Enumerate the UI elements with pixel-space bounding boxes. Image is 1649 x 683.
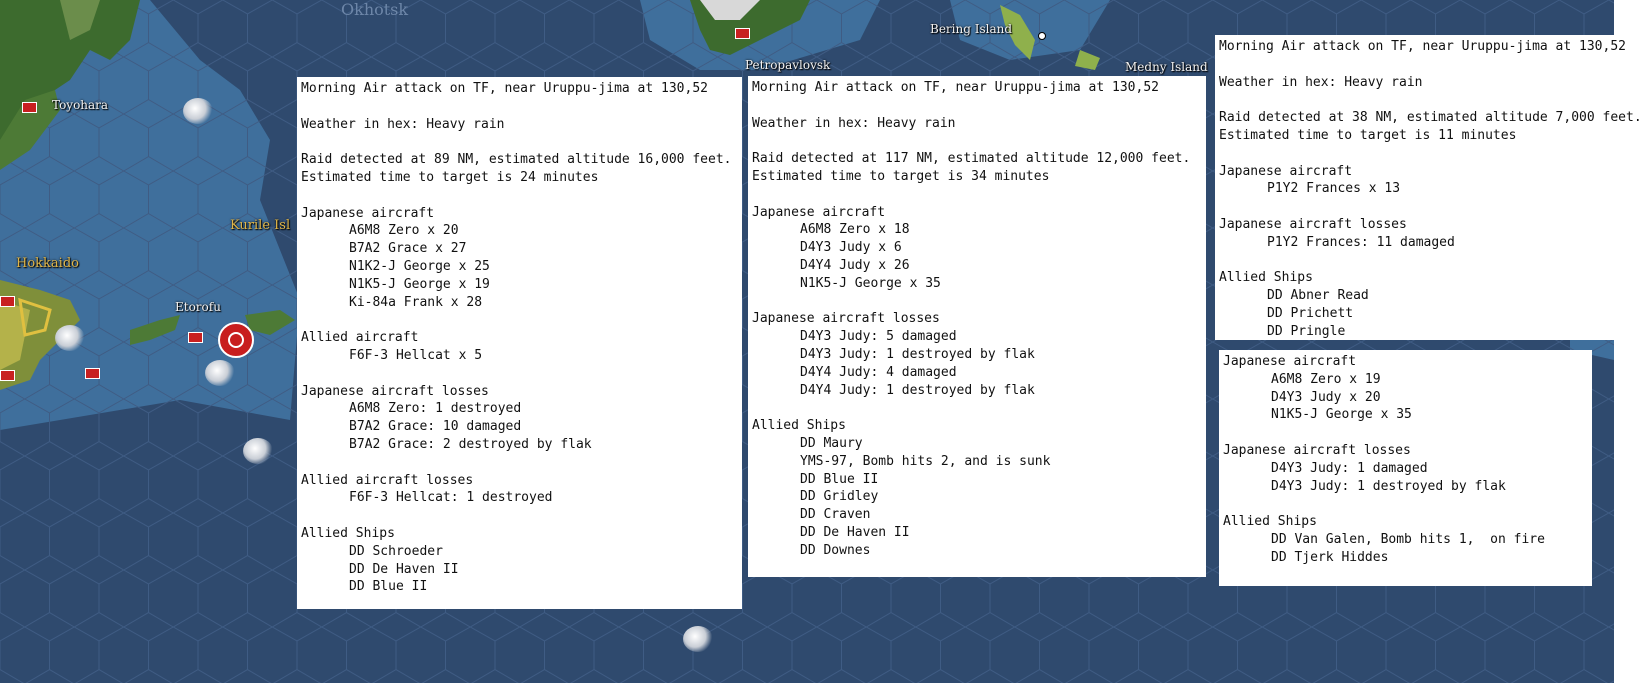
combat-report-2: Morning Air attack on TF, near Uruppu-ji… bbox=[748, 76, 1206, 577]
list-item: DD Prichett bbox=[1267, 305, 1354, 321]
weather-cloud-icon bbox=[183, 98, 213, 124]
list-item: B7A2 Grace: 10 damaged bbox=[349, 419, 522, 435]
list-item: DD Blue II bbox=[800, 471, 879, 487]
map-label-etorofu[interactable]: Etorofu bbox=[175, 300, 221, 314]
section-header: Japanese aircraft bbox=[1223, 354, 1357, 369]
list-item: D4Y3 Judy x 6 bbox=[800, 240, 902, 256]
base-flag-icon[interactable] bbox=[735, 28, 750, 39]
map-label-kurile: Kurile Isl bbox=[230, 218, 291, 233]
weather-cloud-icon bbox=[683, 626, 713, 652]
weather-cloud-icon bbox=[205, 360, 235, 386]
section-header: Allied Ships bbox=[1223, 514, 1317, 530]
list-item: P1Y2 Frances x 13 bbox=[1267, 181, 1401, 197]
base-flag-icon[interactable] bbox=[0, 370, 15, 381]
map-label-medny-island: Medny Island bbox=[1125, 60, 1208, 74]
report-raid-detected: Raid detected at 38 NM, estimated altitu… bbox=[1219, 110, 1642, 126]
section-header: Japanese aircraft bbox=[752, 204, 886, 220]
section-header: Japanese aircraft losses bbox=[1219, 216, 1407, 232]
report-weather: Weather in hex: Heavy rain bbox=[301, 116, 505, 132]
section-header: Japanese aircraft bbox=[1219, 163, 1353, 179]
map-label-hokkaido: Hokkaido bbox=[16, 256, 79, 271]
list-item: D4Y3 Judy: 1 destroyed by flak bbox=[800, 346, 1035, 362]
base-flag-icon[interactable] bbox=[85, 368, 100, 379]
list-item: N1K5-J George x 19 bbox=[349, 276, 490, 292]
list-item: F6F-3 Hellcat: 1 destroyed bbox=[349, 490, 553, 506]
list-item: DD Maury bbox=[800, 435, 863, 451]
list-item: DD De Haven II bbox=[800, 524, 910, 540]
city-dot-icon bbox=[1038, 32, 1046, 40]
map-label-bering-island: Bering Island bbox=[930, 22, 1013, 36]
section-header: Japanese aircraft losses bbox=[1223, 442, 1411, 458]
list-item: N1K5-J George x 35 bbox=[800, 275, 941, 291]
report-eta: Estimated time to target is 11 minutes bbox=[1219, 127, 1517, 143]
section-header: Allied aircraft losses bbox=[301, 472, 474, 488]
report-weather: Weather in hex: Heavy rain bbox=[752, 115, 956, 131]
list-item: B7A2 Grace: 2 destroyed by flak bbox=[349, 436, 592, 452]
list-item: F6F-3 Hellcat x 5 bbox=[349, 347, 483, 363]
section-header: Allied Ships bbox=[1219, 270, 1313, 286]
report-title: Morning Air attack on TF, near Uruppu-ji… bbox=[1219, 39, 1626, 54]
section-header: Japanese aircraft bbox=[301, 205, 435, 221]
list-item: D4Y3 Judy: 1 damaged bbox=[1271, 460, 1428, 476]
weather-cloud-icon bbox=[243, 438, 273, 464]
combat-report-1: Morning Air attack on TF, near Uruppu-ji… bbox=[297, 77, 742, 609]
report-title: Morning Air attack on TF, near Uruppu-ji… bbox=[301, 81, 708, 96]
list-item: DD Van Galen, Bomb hits 1, on fire bbox=[1271, 531, 1545, 547]
list-item: A6M8 Zero x 19 bbox=[1271, 371, 1381, 387]
list-item: D4Y3 Judy: 5 damaged bbox=[800, 329, 957, 345]
list-item: D4Y3 Judy x 20 bbox=[1271, 389, 1381, 405]
list-item: DD Gridley bbox=[800, 489, 879, 505]
list-item: A6M8 Zero: 1 destroyed bbox=[349, 401, 522, 417]
list-item: DD Schroeder bbox=[349, 543, 443, 559]
list-item: DD Downes bbox=[800, 542, 871, 558]
list-item: DD Blue II bbox=[349, 579, 428, 595]
list-item: DD Pringle bbox=[1267, 323, 1346, 339]
section-header: Allied aircraft bbox=[301, 330, 419, 346]
list-item: DD Abner Read bbox=[1267, 288, 1369, 304]
base-flag-icon[interactable] bbox=[22, 102, 37, 113]
list-item: B7A2 Grace x 27 bbox=[349, 241, 467, 257]
list-item: D4Y3 Judy: 1 destroyed by flak bbox=[1271, 478, 1506, 494]
list-item: DD Craven bbox=[800, 507, 871, 523]
list-item: DD Tjerk Hiddes bbox=[1271, 549, 1389, 565]
map-label-petropavlovsk[interactable]: Petropavlovsk bbox=[745, 58, 830, 72]
report-weather: Weather in hex: Heavy rain bbox=[1219, 74, 1423, 90]
combat-report-3: Morning Air attack on TF, near Uruppu-ji… bbox=[1215, 35, 1649, 340]
report-eta: Estimated time to target is 24 minutes bbox=[301, 169, 599, 185]
list-item: D4Y4 Judy x 26 bbox=[800, 257, 910, 273]
list-item: N1K2-J George x 25 bbox=[349, 258, 490, 274]
report-title: Morning Air attack on TF, near Uruppu-ji… bbox=[752, 80, 1159, 95]
section-header: Japanese aircraft losses bbox=[752, 311, 940, 327]
map-label-toyohara[interactable]: Toyohara bbox=[52, 98, 108, 112]
section-header: Japanese aircraft losses bbox=[301, 383, 489, 399]
list-item: N1K5-J George x 35 bbox=[1271, 407, 1412, 423]
combat-report-4: Japanese aircraft A6M8 Zero x 19 D4Y3 Ju… bbox=[1219, 350, 1592, 586]
base-flag-icon[interactable] bbox=[188, 332, 203, 343]
report-raid-detected: Raid detected at 89 NM, estimated altitu… bbox=[301, 152, 732, 168]
list-item: YMS-97, Bomb hits 2, and is sunk bbox=[800, 453, 1051, 469]
list-item: D4Y4 Judy: 4 damaged bbox=[800, 364, 957, 380]
list-item: A6M8 Zero x 18 bbox=[800, 222, 910, 238]
report-raid-detected: Raid detected at 117 NM, estimated altit… bbox=[752, 151, 1191, 167]
list-item: P1Y2 Frances: 11 damaged bbox=[1267, 234, 1455, 250]
section-header: Allied Ships bbox=[752, 418, 846, 434]
list-item: DD De Haven II bbox=[349, 561, 459, 577]
list-item: Ki-84a Frank x 28 bbox=[349, 294, 483, 310]
report-eta: Estimated time to target is 34 minutes bbox=[752, 168, 1050, 184]
base-flag-icon[interactable] bbox=[0, 296, 15, 307]
selected-task-force-icon[interactable] bbox=[218, 322, 254, 358]
list-item: D4Y4 Judy: 1 destroyed by flak bbox=[800, 382, 1035, 398]
list-item: A6M8 Zero x 20 bbox=[349, 223, 459, 239]
map-label-okhotsk: Okhotsk bbox=[341, 0, 409, 19]
weather-cloud-icon bbox=[55, 325, 85, 351]
section-header: Allied Ships bbox=[301, 525, 395, 541]
